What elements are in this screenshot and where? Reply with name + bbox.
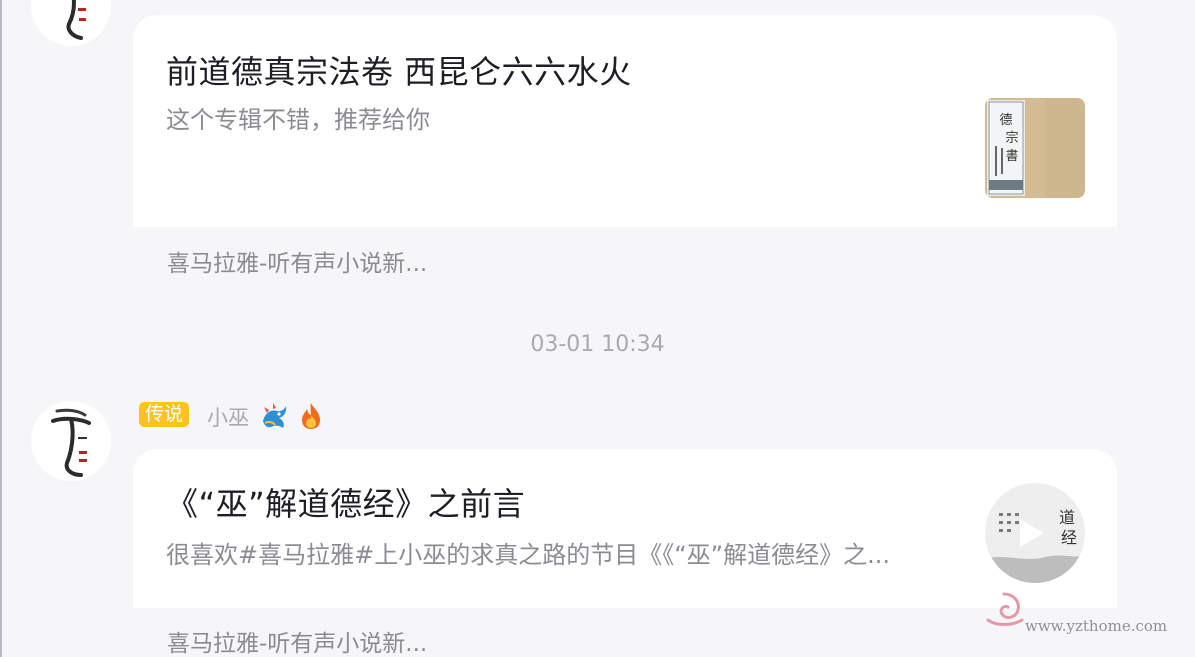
fire-icon — [296, 401, 326, 431]
calligraphy-avatar-icon — [31, 0, 111, 46]
timestamp: 03-01 10:34 — [530, 332, 665, 357]
message-card[interactable]: 前道德真宗法卷 西昆仑六六水火 这个专辑不错，推荐给你 德 宗 書 — [133, 15, 1117, 227]
message-card[interactable]: 《“巫”解道德经》之前言 很喜欢#喜马拉雅#上小巫的求真之路的节目《《“巫”解道… — [133, 449, 1117, 608]
left-divider — [0, 0, 2, 657]
watermark-logo — [982, 590, 1026, 630]
avatar[interactable] — [31, 401, 111, 481]
album-thumbnail[interactable]: 德 宗 書 — [985, 98, 1085, 198]
card-title: 《“巫”解道德经》之前言 — [166, 485, 526, 523]
source-link[interactable]: 喜马拉雅-听有声小说新... — [167, 244, 427, 278]
svg-text:经: 经 — [1061, 528, 1077, 547]
audio-thumbnail[interactable]: 道 经 — [985, 483, 1085, 583]
username[interactable]: 小巫 — [207, 402, 249, 432]
watermark-text: www.yzthome.com — [1025, 617, 1168, 635]
svg-text:書: 書 — [1005, 149, 1018, 164]
card-title: 前道德真宗法卷 西昆仑六六水火 — [166, 53, 632, 91]
calligraphy-avatar-icon — [31, 401, 111, 481]
svg-text:宗: 宗 — [1005, 130, 1018, 146]
chat-feed: 前道德真宗法卷 西昆仑六六水火 这个专辑不错，推荐给你 德 宗 書 喜马拉雅-听… — [0, 0, 1195, 657]
card-subtitle: 很喜欢#喜马拉雅#上小巫的求真之路的节目《《“巫”解道德经》之... — [166, 541, 890, 569]
avatar[interactable] — [31, 0, 111, 46]
svg-text:道: 道 — [1059, 508, 1075, 527]
card-subtitle: 这个专辑不错，推荐给你 — [166, 106, 430, 134]
play-icon[interactable] — [1020, 519, 1044, 547]
level-badge: 传说 — [139, 402, 190, 427]
album-cover-icon: 德 宗 書 — [985, 98, 1085, 198]
svg-text:德: 德 — [999, 113, 1012, 128]
dragon-icon — [259, 401, 289, 431]
watermark-swirl-icon — [986, 592, 1024, 626]
source-link[interactable]: 喜马拉雅-听有声小说新... — [167, 624, 427, 657]
